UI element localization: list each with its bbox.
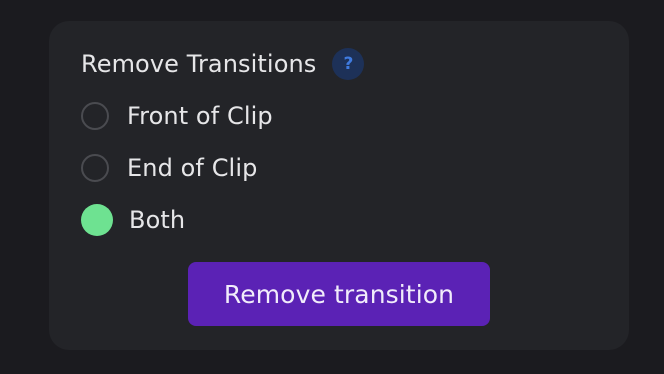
radio-option-front-of-clip[interactable]: Front of Clip [81, 100, 273, 132]
panel-title: Remove Transitions [81, 50, 317, 78]
panel-header: Remove Transitions ? [81, 48, 365, 80]
remove-transitions-panel: Remove Transitions ? Front of Clip End o… [49, 21, 629, 350]
radio-button-front-of-clip[interactable] [81, 102, 109, 130]
radio-option-end-of-clip[interactable]: End of Clip [81, 152, 257, 184]
radio-button-both[interactable] [81, 204, 113, 236]
radio-button-end-of-clip[interactable] [81, 154, 109, 182]
radio-label-front-of-clip: Front of Clip [127, 102, 273, 130]
radio-label-both: Both [129, 206, 186, 234]
radio-label-end-of-clip: End of Clip [127, 154, 258, 182]
help-icon[interactable]: ? [332, 48, 365, 80]
radio-option-both[interactable]: Both [81, 204, 185, 236]
remove-transition-button[interactable]: Remove transition [188, 262, 490, 326]
